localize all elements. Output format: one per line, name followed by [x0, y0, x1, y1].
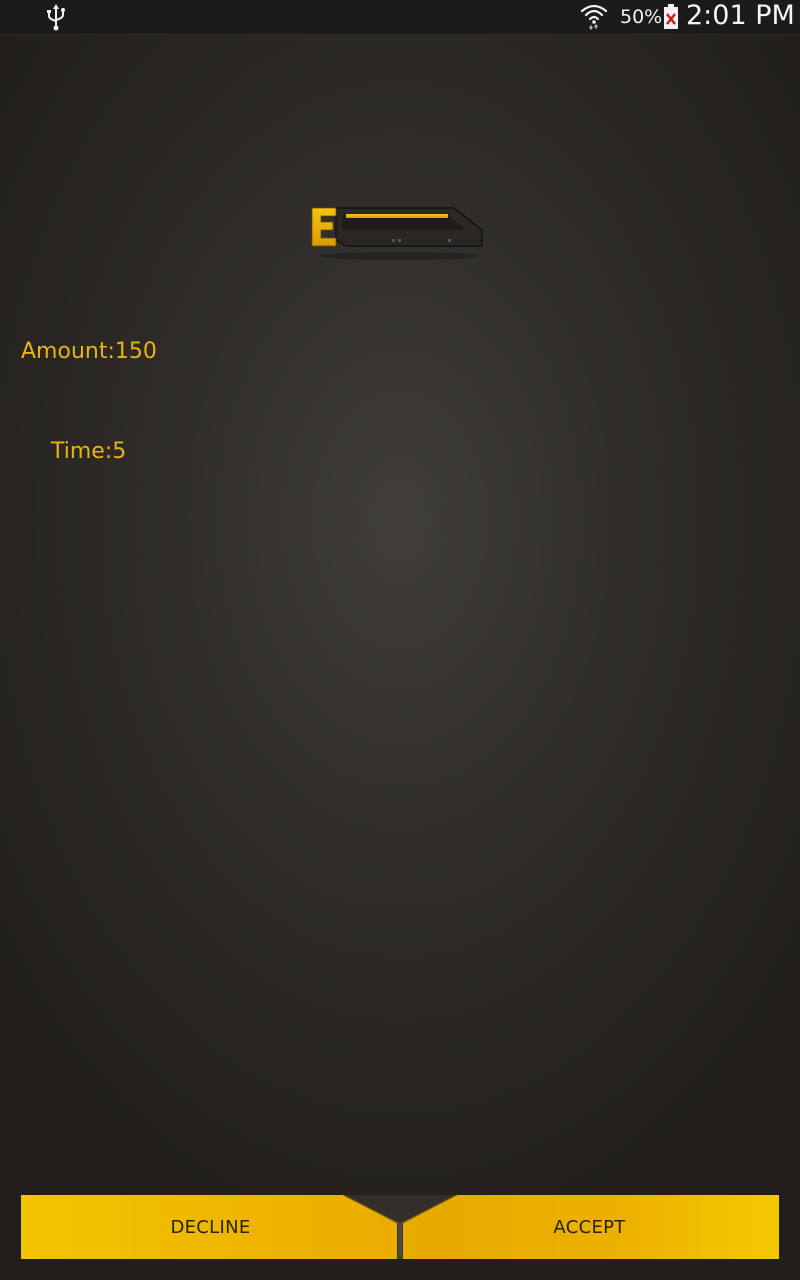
decline-button[interactable]: DECLINE: [21, 1195, 400, 1259]
action-bar: DECLINE ACCEPT: [21, 1195, 779, 1259]
status-clock: 2:01 PM: [686, 0, 795, 31]
battery-alert-icon: [664, 4, 678, 29]
wifi-icon: [580, 4, 608, 30]
time-label: Time:5: [51, 439, 127, 464]
usb-icon: [47, 4, 65, 31]
status-bar: 50% 2:01 PM: [0, 0, 800, 35]
app-logo: [311, 207, 483, 260]
amount-label: Amount:150: [21, 339, 157, 364]
battery-percent: 50%: [620, 6, 663, 28]
accept-button[interactable]: ACCEPT: [400, 1195, 779, 1259]
screen: 50% 2:01 PM Amount:150 Time:5 DECLINE AC…: [0, 0, 800, 1280]
